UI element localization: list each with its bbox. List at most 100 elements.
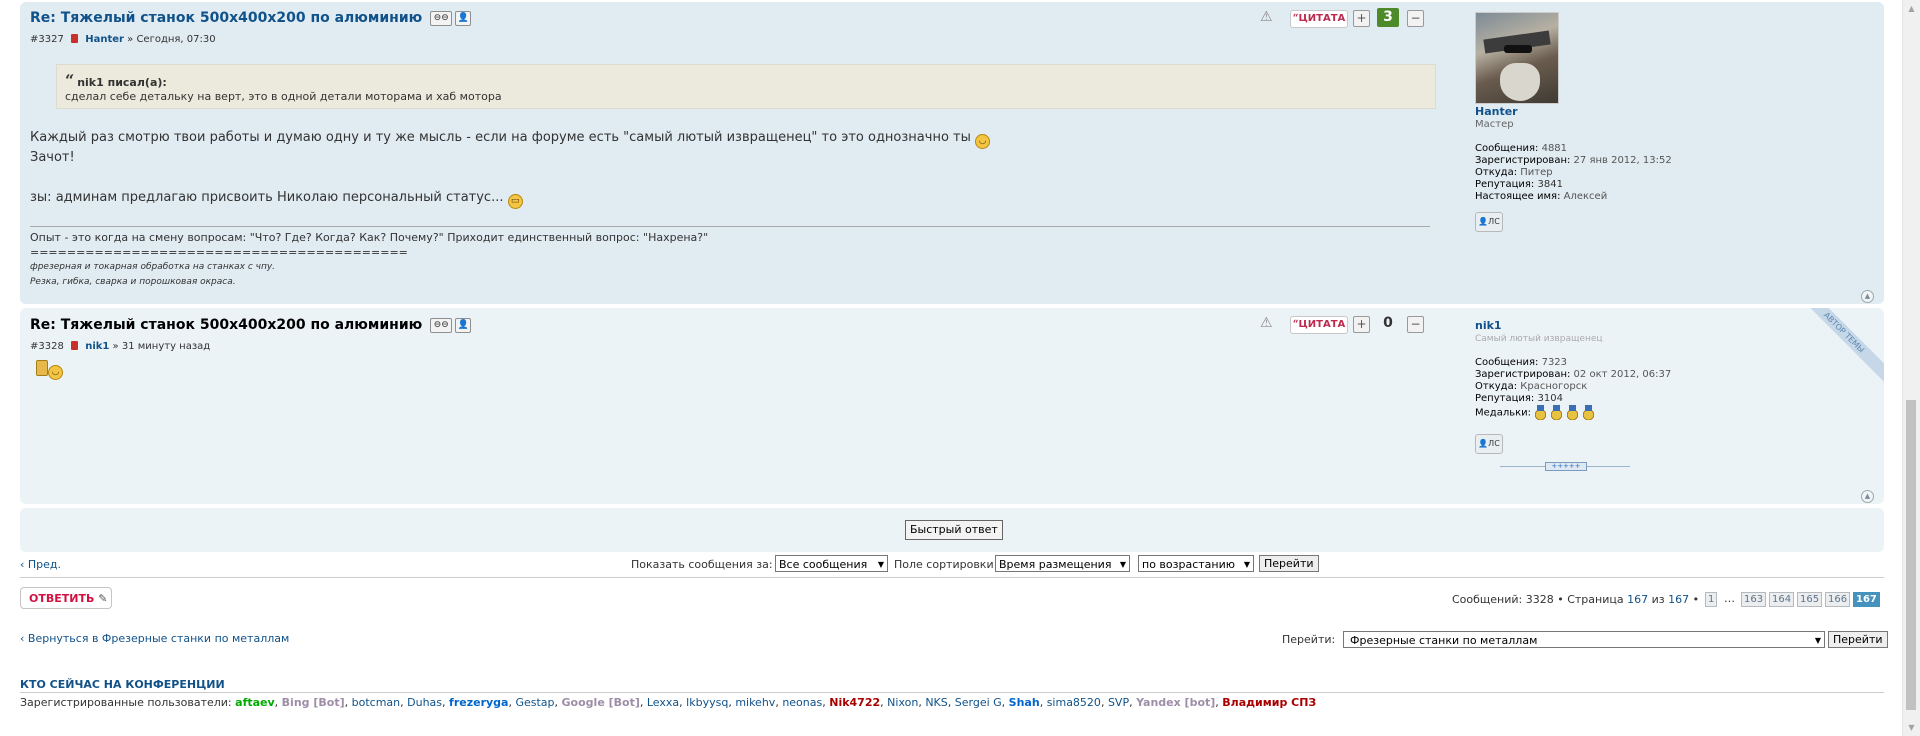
post-author-link[interactable]: Hanter xyxy=(85,34,124,45)
online-user-link[interactable]: SVP xyxy=(1108,696,1129,709)
page-link[interactable]: 165 xyxy=(1797,592,1823,607)
online-user-link[interactable]: Google [Bot] xyxy=(562,696,640,709)
report-icon[interactable]: ⚠ xyxy=(1260,10,1274,24)
pm-button[interactable]: 👤ЛС xyxy=(1475,434,1503,454)
scroll-down-icon[interactable]: ▼ xyxy=(1903,719,1920,736)
profile: nik1 Самый лютый извращенец Сообщения: 7… xyxy=(1475,320,1675,420)
sort-go-button[interactable]: Перейти xyxy=(1259,555,1319,572)
online-user-link[interactable]: botcman xyxy=(352,696,401,709)
posts-value[interactable]: 4881 xyxy=(1542,143,1567,154)
back-link-label[interactable]: Вернуться в Фрезерные станки по металлам xyxy=(28,632,289,645)
show-select-value: Все сообщения xyxy=(779,558,868,571)
online-user-link[interactable]: Lexxa xyxy=(647,696,679,709)
sig-line-1: Опыт - это когда на смену вопросам: "Что… xyxy=(30,231,709,244)
scrollbar[interactable]: ▲ ▼ xyxy=(1902,0,1920,736)
profile-icon[interactable]: 👤 xyxy=(455,10,472,26)
scroll-up-icon[interactable]: ▲ xyxy=(1903,0,1920,17)
page-link[interactable]: 163 xyxy=(1741,592,1767,607)
online-label: Зарегистрированные пользователи: xyxy=(20,696,232,709)
online-user-link[interactable]: sima8520 xyxy=(1047,696,1101,709)
rep-value: 3104 xyxy=(1537,393,1563,404)
author-ribbon-label: АВТОР ТЕМЫ xyxy=(1794,308,1884,387)
online-user-link[interactable]: Duhas xyxy=(407,696,442,709)
page-link[interactable]: 166 xyxy=(1825,592,1851,607)
online-user-list: aftaev, Bing [Bot], botcman, Duhas, frez… xyxy=(235,696,1316,709)
rep-plus-button[interactable]: + xyxy=(1353,10,1370,27)
pencil-icon: ✎ xyxy=(98,592,108,605)
online-user-link[interactable]: Sergei G xyxy=(955,696,1002,709)
dropdown-arrow-icon: ▼ xyxy=(1814,636,1821,645)
pm-button[interactable]: 👤ЛС xyxy=(1475,212,1503,232)
post-title[interactable]: Re: Тяжелый станок 500x400x200 по алюмин… xyxy=(30,317,472,333)
post-title-text[interactable]: Re: Тяжелый станок 500x400x200 по алюмин… xyxy=(30,317,422,333)
profile-username[interactable]: nik1 xyxy=(1475,319,1502,332)
rep-label: Репутация: xyxy=(1475,393,1535,404)
online-user-link[interactable]: Nixon xyxy=(887,696,918,709)
rep-minus-button[interactable]: − xyxy=(1407,10,1424,27)
online-user-link[interactable]: frezeryga xyxy=(449,696,508,709)
page-link-first[interactable]: 1 xyxy=(1705,592,1718,607)
online-user-link[interactable]: mikehv xyxy=(735,696,775,709)
medal-icon[interactable] xyxy=(1550,405,1564,420)
online-user-link[interactable]: Yandex [bot] xyxy=(1136,696,1215,709)
medal-icon[interactable] xyxy=(1566,405,1580,420)
jump-go-button[interactable]: Перейти xyxy=(1828,631,1888,648)
prev-label[interactable]: Пред. xyxy=(28,558,61,571)
online-user-link[interactable]: Bing [Bot] xyxy=(282,696,345,709)
jump-select[interactable]: Фрезерные станки по металлам ▼ xyxy=(1343,631,1825,648)
online-user-link[interactable]: Nik4722 xyxy=(829,696,880,709)
divider xyxy=(20,577,1884,578)
sort-select[interactable]: Время размещения ▼ xyxy=(995,555,1130,572)
online-user-link[interactable]: Gestap xyxy=(515,696,554,709)
online-user-link[interactable]: NKS xyxy=(925,696,947,709)
online-user-link[interactable]: lkbyysq xyxy=(686,696,728,709)
post-number[interactable]: #3328 xyxy=(30,341,64,352)
meta-separator: » xyxy=(127,34,134,45)
online-separator: , xyxy=(554,696,562,709)
back-to-top-icon[interactable]: ▲ xyxy=(1861,490,1874,503)
online-user-link[interactable]: aftaev xyxy=(235,696,275,709)
online-user-link[interactable]: neonas xyxy=(782,696,822,709)
post-number[interactable]: #3327 xyxy=(30,34,64,45)
show-select[interactable]: Все сообщения ▼ xyxy=(775,555,888,572)
pm-label: ЛС xyxy=(1488,217,1500,226)
show-label: Показать сообщения за: xyxy=(631,558,773,571)
reputation-badge: 3 xyxy=(1377,8,1399,27)
smiley-icon: ◡ xyxy=(48,365,63,380)
permalink-icon[interactable]: ⊖⊖ xyxy=(430,10,453,26)
quote-button[interactable]: “ЦИТАТА xyxy=(1290,316,1348,334)
author-ribbon: АВТОР ТЕМЫ xyxy=(1794,308,1884,398)
smiley-icon: ◡ xyxy=(975,134,991,149)
online-user-link[interactable]: Владимир СПЗ xyxy=(1222,696,1316,709)
medal-icon[interactable] xyxy=(1582,405,1596,420)
order-select[interactable]: по возрастанию ▼ xyxy=(1138,555,1254,572)
rep-minus-button[interactable]: − xyxy=(1407,316,1424,333)
reply-button[interactable]: ОТВЕТИТЬ ✎ xyxy=(20,587,112,609)
page-link[interactable]: 164 xyxy=(1769,592,1795,607)
online-users: Зарегистрированные пользователи: aftaev,… xyxy=(20,696,1316,709)
back-to-top-icon[interactable]: ▲ xyxy=(1861,290,1874,303)
dropdown-arrow-icon: ▼ xyxy=(1119,560,1126,569)
prev-link[interactable]: ‹ Пред. xyxy=(20,558,61,571)
profile-username[interactable]: Hanter xyxy=(1475,105,1518,118)
posts-value[interactable]: 7323 xyxy=(1542,357,1567,368)
online-user-link[interactable]: Shah xyxy=(1009,696,1040,709)
quick-reply-button[interactable]: Быстрый ответ xyxy=(905,520,1003,540)
online-separator: , xyxy=(1100,696,1108,709)
post-title-text[interactable]: Re: Тяжелый станок 500x400x200 по алюмин… xyxy=(30,10,422,26)
avatar[interactable] xyxy=(1475,12,1559,104)
page-link-active[interactable]: 167 xyxy=(1853,592,1880,607)
quote-text: сделал себе детальку на верт, это в одно… xyxy=(65,90,502,103)
permalink-icon[interactable]: ⊖⊖ xyxy=(430,317,453,333)
post-author-link[interactable]: nik1 xyxy=(85,341,109,352)
online-separator: , xyxy=(442,696,450,709)
post-title[interactable]: Re: Тяжелый станок 500x400x200 по алюмин… xyxy=(30,10,472,26)
report-icon[interactable]: ⚠ xyxy=(1260,316,1274,330)
back-link[interactable]: ‹ Вернуться в Фрезерные станки по металл… xyxy=(20,632,289,645)
quote-button[interactable]: “ЦИТАТА xyxy=(1290,10,1348,28)
reg-value: 02 окт 2012, 06:37 xyxy=(1573,369,1672,380)
profile-icon[interactable]: 👤 xyxy=(455,317,472,333)
rep-plus-button[interactable]: + xyxy=(1353,316,1370,333)
scroll-thumb[interactable] xyxy=(1906,400,1916,710)
medal-icon[interactable] xyxy=(1534,405,1548,420)
